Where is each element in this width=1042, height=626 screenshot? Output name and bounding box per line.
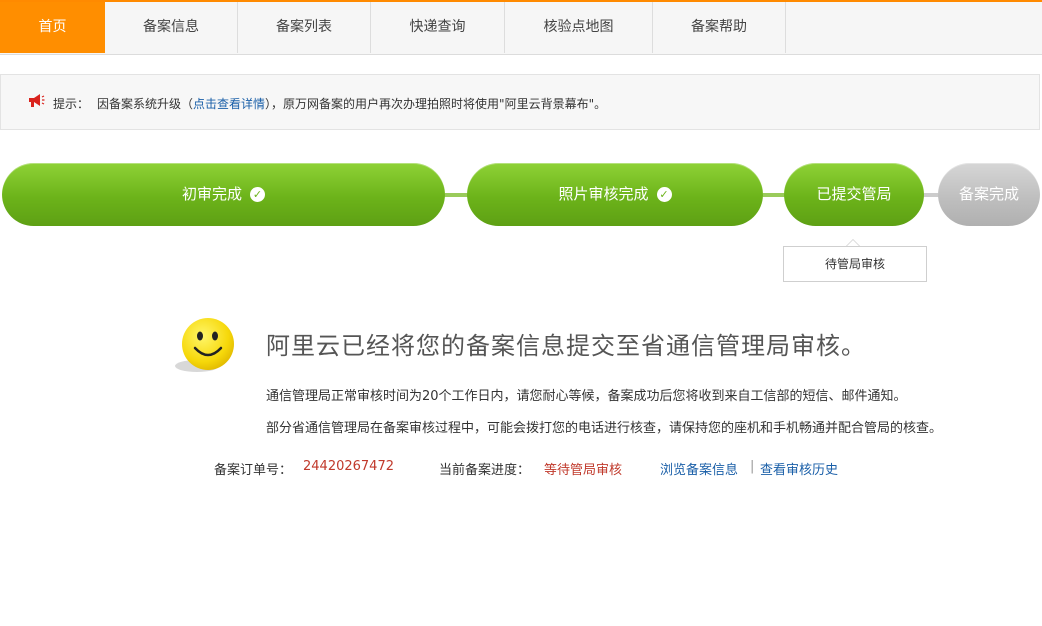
notice-label: 提示： bbox=[53, 97, 90, 111]
smiley-icon bbox=[175, 318, 234, 372]
step-initial-review: 初审完成 ✓ bbox=[2, 163, 445, 226]
megaphone-icon bbox=[29, 94, 45, 107]
status-caret bbox=[846, 239, 860, 246]
progress-label: 当前备案进度： bbox=[439, 463, 531, 478]
step-submitted: 已提交管局 bbox=[784, 163, 924, 226]
link-separator: | bbox=[750, 459, 755, 474]
order-number-value: 24420267472 bbox=[303, 459, 394, 474]
step-photo-review: 照片审核完成 ✓ bbox=[467, 163, 763, 226]
step-complete: 备案完成 bbox=[938, 163, 1040, 226]
top-nav: 首页 备案信息 备案列表 快递查询 核验点地图 备案帮助 bbox=[0, 0, 1042, 55]
check-icon: ✓ bbox=[656, 187, 672, 202]
step-label: 照片审核完成 bbox=[558, 185, 649, 203]
message-line-1: 通信管理局正常审核时间为20个工作日内，请您耐心等候，备案成功后您将收到来自工信… bbox=[266, 389, 907, 404]
notice-bar: 提示： 因备案系统升级（点击查看详情），原万网备案的用户再次办理拍照时将使用"阿里… bbox=[0, 74, 1040, 130]
check-icon: ✓ bbox=[250, 187, 265, 202]
main-message: 阿里云已经将您的备案信息提交至省通信管理局审核。 bbox=[266, 332, 866, 360]
step-label: 备案完成 bbox=[958, 185, 1019, 203]
tab-checkpoint-map[interactable]: 核验点地图 bbox=[505, 2, 653, 53]
notice-details-link[interactable]: 点击查看详情 bbox=[193, 97, 265, 111]
notice-text-before: 因备案系统升级（ bbox=[97, 97, 194, 111]
current-status-box: 待管局审核 bbox=[783, 246, 927, 282]
tab-filing-list[interactable]: 备案列表 bbox=[238, 2, 371, 53]
tab-express-query[interactable]: 快递查询 bbox=[371, 2, 505, 53]
order-number-label: 备案订单号： bbox=[214, 463, 293, 478]
notice-text-after: ），原万网备案的用户再次办理拍照时将使用"阿里云背景幕布"。 bbox=[265, 97, 607, 111]
step-label: 已提交管局 bbox=[816, 185, 892, 203]
tab-filing-info[interactable]: 备案信息 bbox=[105, 2, 238, 53]
tab-filing-help[interactable]: 备案帮助 bbox=[653, 2, 786, 53]
notice-text: 提示： 因备案系统升级（点击查看详情），原万网备案的用户再次办理拍照时将使用"阿里… bbox=[53, 95, 606, 112]
view-review-history-link[interactable]: 查看审核历史 bbox=[760, 459, 838, 478]
tab-home[interactable]: 首页 bbox=[0, 2, 105, 53]
step-label: 初审完成 bbox=[181, 185, 242, 203]
progress-value: 等待管局审核 bbox=[544, 463, 623, 478]
view-filing-info-link[interactable]: 浏览备案信息 bbox=[660, 459, 738, 478]
message-line-2: 部分省通信管理局在备案审核过程中，可能会拨打您的电话进行核查，请保持您的座机和手… bbox=[266, 421, 943, 436]
